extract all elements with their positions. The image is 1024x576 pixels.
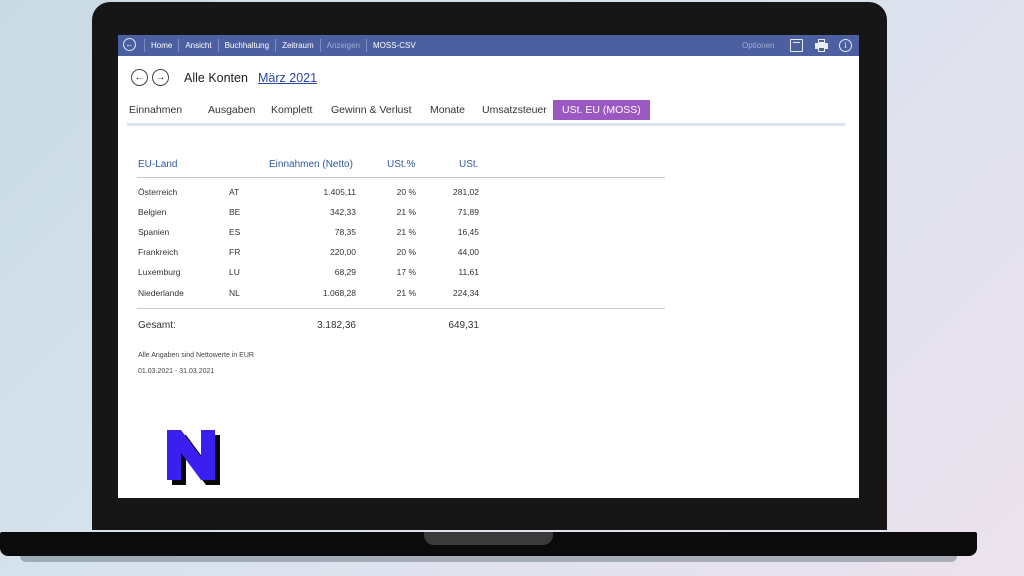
total-divider xyxy=(137,308,665,309)
page-title: Alle Konten xyxy=(184,71,248,85)
currency-note: Alle Angaben sind Nettowerte in EUR xyxy=(138,352,254,359)
tax-value: 44,00 xyxy=(457,247,479,257)
country-code: BE xyxy=(229,207,241,217)
tax-value: 224,34 xyxy=(453,288,479,298)
menu-moss-csv[interactable]: MOSS-CSV xyxy=(365,39,422,52)
menu-anzeigen[interactable]: Anzeigen xyxy=(319,39,366,52)
tab-ust-eu-moss[interactable]: USt. EU (MOSS) xyxy=(553,100,650,120)
tab-umsatzsteuer[interactable]: Umsatzsteuer xyxy=(482,100,547,120)
header-country: EU-Land xyxy=(138,159,178,170)
country-name: Luxemburg xyxy=(138,267,181,277)
income-value: 342,33 xyxy=(330,207,356,217)
tax-value: 11,61 xyxy=(458,267,479,277)
tab-einnahmen[interactable]: Einnahmen xyxy=(129,100,182,120)
print-icon[interactable] xyxy=(815,39,828,52)
tax-value: 16,45 xyxy=(457,227,479,237)
date-range: 01.03.2021 - 31.03.2021 xyxy=(138,368,215,375)
menu-ansicht[interactable]: Ansicht xyxy=(178,39,217,52)
income-value: 1.068,28 xyxy=(322,288,356,298)
table-row: Spanien ES 78,35 21 % 16,45 xyxy=(118,227,859,243)
table-row: Frankreich FR 220,00 20 % 44,00 xyxy=(118,247,859,263)
country-code: NL xyxy=(229,288,240,298)
header-tax: USt. xyxy=(459,159,479,170)
tax-value: 281,02 xyxy=(453,187,479,197)
income-value: 78,35 xyxy=(334,227,356,237)
header-income: Einnahmen (Netto) xyxy=(269,159,353,170)
country-code: AT xyxy=(229,187,240,197)
rate-value: 17 % xyxy=(396,267,416,277)
rate-value: 20 % xyxy=(396,187,416,197)
laptop-notch xyxy=(424,532,553,545)
income-value: 68,29 xyxy=(334,267,356,277)
country-name: Niederlande xyxy=(138,288,184,298)
country-name: Belgien xyxy=(138,207,167,217)
menu-zeitraum[interactable]: Zeitraum xyxy=(275,39,320,52)
laptop-shadow xyxy=(20,556,957,562)
menu-home[interactable]: Home xyxy=(144,39,178,52)
rate-value: 21 % xyxy=(396,207,416,217)
tabs-divider xyxy=(127,123,845,126)
table-row: Niederlande NL 1.068,28 21 % 224,34 xyxy=(118,288,859,304)
tab-monate[interactable]: Monate xyxy=(430,100,465,120)
toolbar: ← Home Ansicht Buchhaltung Zeitraum Anze… xyxy=(118,35,859,56)
income-value: 1.405,11 xyxy=(323,187,356,197)
country-name: Frankreich xyxy=(138,247,179,257)
rate-value: 20 % xyxy=(396,247,416,257)
info-icon[interactable]: i xyxy=(839,39,852,52)
tab-gewinn-verlust[interactable]: Gewinn & Verlust xyxy=(331,100,412,120)
total-label: Gesamt: xyxy=(138,320,176,331)
back-icon[interactable]: ← xyxy=(123,38,136,51)
tab-komplett[interactable]: Komplett xyxy=(271,100,312,120)
tab-ausgaben[interactable]: Ausgaben xyxy=(208,100,255,120)
options-menu[interactable]: Optionen xyxy=(742,35,774,56)
income-value: 220,00 xyxy=(330,247,356,257)
country-code: ES xyxy=(229,227,241,237)
app-window: ← Home Ansicht Buchhaltung Zeitraum Anze… xyxy=(118,35,859,498)
back-button[interactable]: ← xyxy=(131,69,148,86)
table-row: Luxemburg LU 68,29 17 % 11,61 xyxy=(118,267,859,283)
header-rate: USt.% xyxy=(387,159,416,170)
menu-buchhaltung[interactable]: Buchhaltung xyxy=(217,39,275,52)
rate-value: 21 % xyxy=(396,288,416,298)
brand-logo xyxy=(167,430,220,485)
country-name: Österreich xyxy=(138,187,178,197)
forward-button[interactable]: → xyxy=(152,69,169,86)
country-name: Spanien xyxy=(138,227,170,237)
tax-value: 71,89 xyxy=(457,207,479,217)
total-income: 3.182,36 xyxy=(317,320,356,331)
period-link[interactable]: März 2021 xyxy=(258,71,317,85)
window-icon[interactable] xyxy=(790,39,803,52)
table-row: Belgien BE 342,33 21 % 71,89 xyxy=(118,207,859,223)
table-row: Österreich AT 1.405,11 20 % 281,02 xyxy=(118,187,859,203)
total-tax: 649,31 xyxy=(448,320,479,331)
rate-value: 21 % xyxy=(396,227,416,237)
menu-bar: Home Ansicht Buchhaltung Zeitraum Anzeig… xyxy=(144,35,422,56)
country-code: FR xyxy=(229,247,241,257)
country-code: LU xyxy=(229,267,240,277)
header-divider xyxy=(137,177,665,178)
